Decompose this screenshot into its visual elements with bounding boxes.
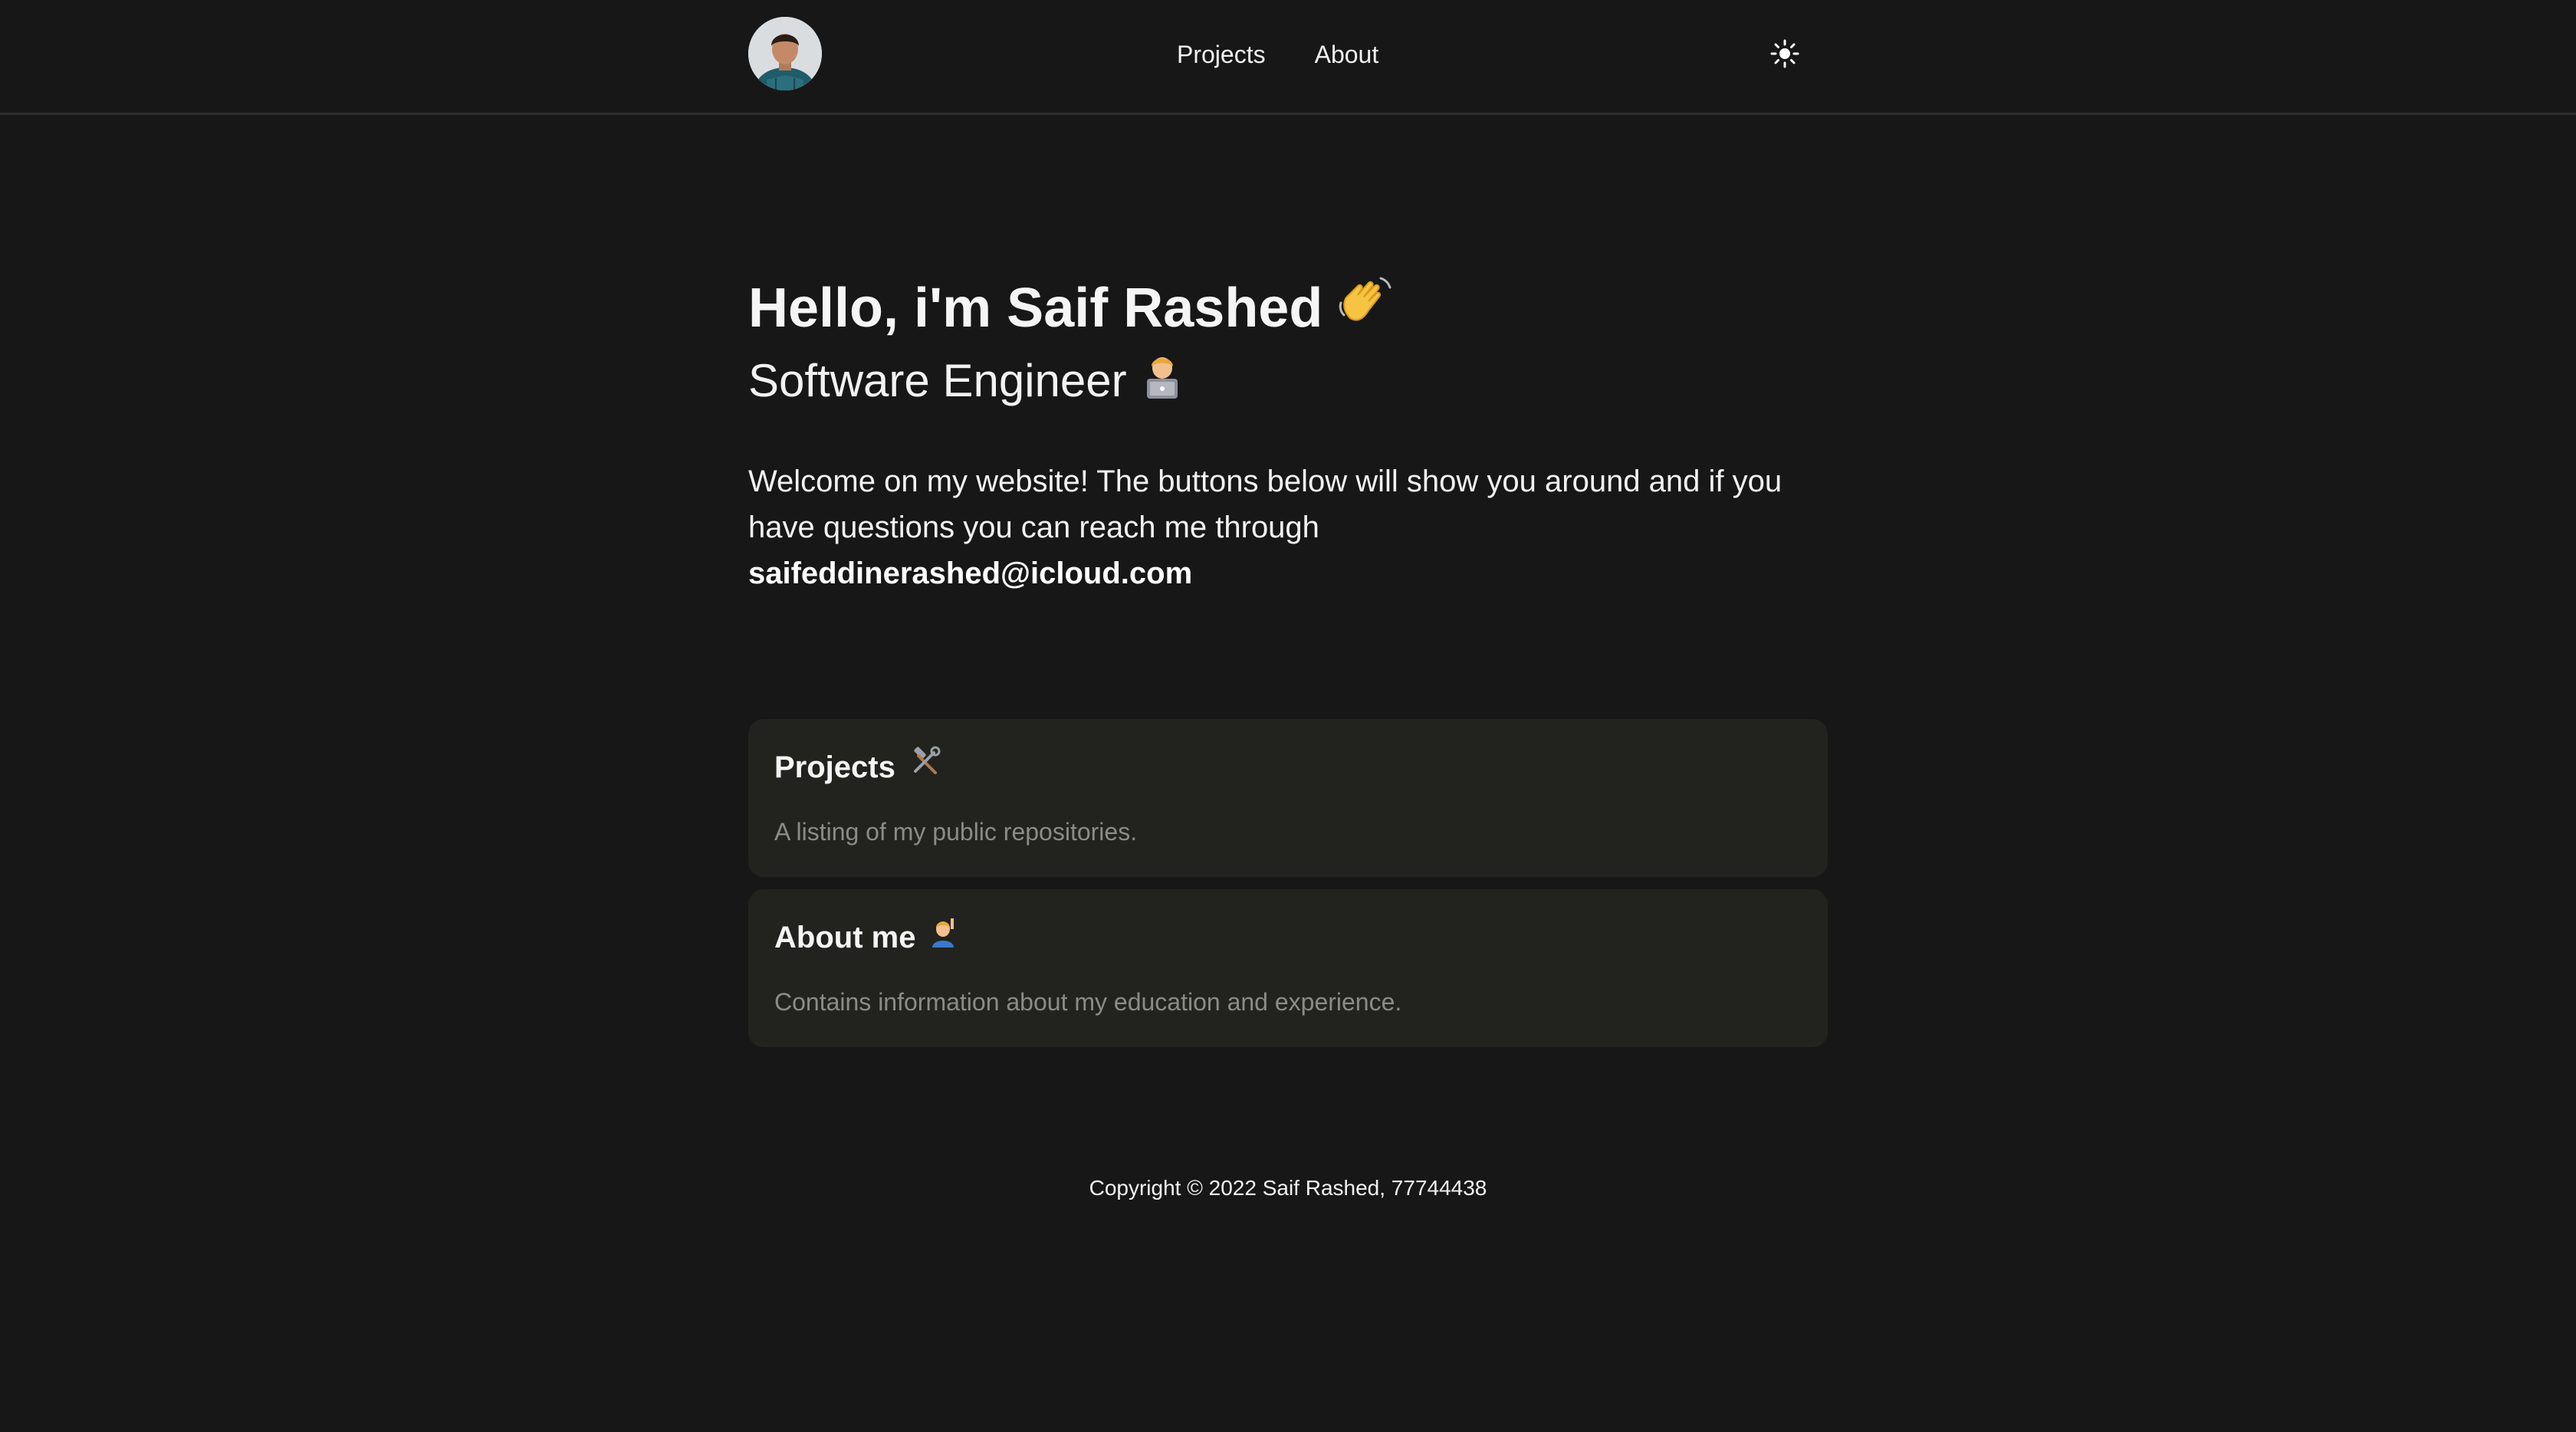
card-title: About me [774, 915, 1802, 959]
card-title: Projects [774, 745, 1802, 789]
hammer-wrench-icon [908, 745, 941, 789]
hero-section: Hello, i'm Saif Rashed Software Engineer… [748, 268, 1828, 596]
about-card[interactable]: About me Contains information about my e… [748, 889, 1828, 1047]
welcome-paragraph: Welcome on my website! The buttons below… [748, 458, 1828, 596]
theme-toggle-button[interactable] [1769, 38, 1800, 69]
nav-link-about[interactable]: About [1315, 38, 1379, 71]
page-title: Hello, i'm Saif Rashed [748, 268, 1828, 352]
copyright-text: Copyright © 2022 Saif Rashed, 77744438 [1089, 1176, 1487, 1200]
technologist-icon [1139, 353, 1185, 415]
hero-subtitle-text: Software Engineer [748, 354, 1127, 406]
card-title-text: About me [774, 920, 916, 954]
card-description: A listing of my public repositories. [774, 818, 1138, 846]
page-subtitle: Software Engineer [748, 352, 1828, 415]
welcome-text: Welcome on my website! The buttons below… [748, 465, 1783, 545]
avatar[interactable] [748, 17, 822, 90]
email-link[interactable]: saifeddinerashed@icloud.com [748, 550, 1828, 596]
top-navbar: Projects About [0, 0, 2576, 115]
nav-link-projects[interactable]: Projects [1177, 38, 1266, 71]
person-raising-hand-icon [928, 915, 961, 959]
avatar-image [748, 17, 822, 90]
projects-card[interactable]: Projects A listing of my public reposito… [748, 719, 1828, 877]
waving-hand-icon [1335, 272, 1393, 352]
card-description: Contains information about my education … [774, 988, 1402, 1016]
sun-icon [1770, 39, 1799, 68]
main-nav: Projects About [1177, 38, 1378, 71]
footer: Copyright © 2022 Saif Rashed, 77744438 [0, 1173, 2576, 1204]
hero-title-text: Hello, i'm Saif Rashed [748, 278, 1323, 339]
card-title-text: Projects [774, 750, 895, 784]
